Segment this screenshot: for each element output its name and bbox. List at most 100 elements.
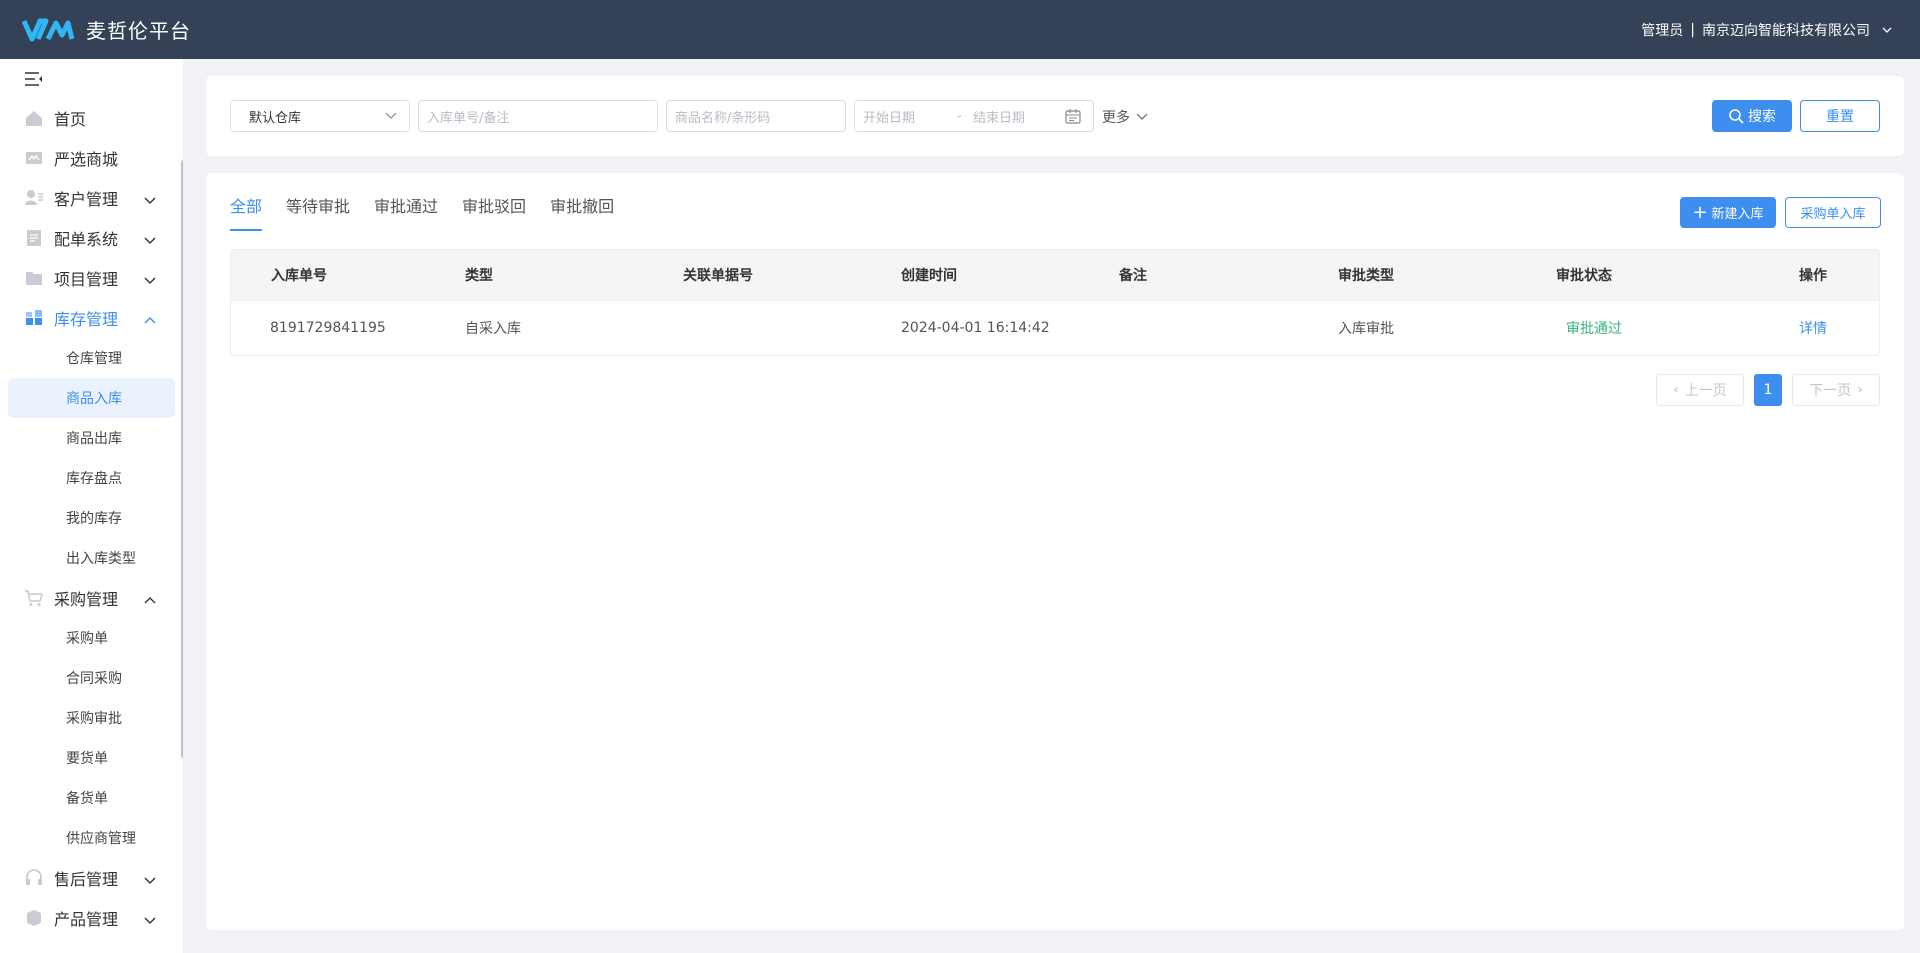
sidebar-item-3[interactable]: 配单系统 xyxy=(0,218,183,258)
sidebar-item-5[interactable]: 库存管理 xyxy=(0,298,183,338)
chevron-down-icon xyxy=(143,872,157,884)
tab-2[interactable]: 审批通过 xyxy=(374,193,438,231)
chevron-up-icon xyxy=(143,592,157,604)
sidebar-subitem[interactable]: 商品入库 xyxy=(8,378,175,418)
chevron-down-icon xyxy=(143,192,157,204)
column-header: 入库单号 xyxy=(271,268,327,284)
warehouse-select[interactable]: 默认仓库 xyxy=(230,100,410,132)
sidebar-subitem[interactable]: 商品出库 xyxy=(0,418,183,458)
order-no-input[interactable]: 入库单号/备注 xyxy=(418,100,658,132)
table-row: 8191729841195 自采入库 2024-04-01 16:14:42 入库审批… xyxy=(231,300,1879,355)
sidebar-subitem[interactable]: 备货单 xyxy=(0,778,183,818)
filter-panel: 默认仓库 入库单号/备注 商品名称/条形码 开始日期 - 结束日期 更多 搜索 … xyxy=(206,76,1904,156)
menu-collapse-icon[interactable] xyxy=(24,71,44,87)
tab-1[interactable]: 等待审批 xyxy=(286,193,350,231)
app-title: 麦哲伦平台 xyxy=(86,19,191,43)
user-role: 管理员 xyxy=(1641,22,1684,39)
stock-in-table: 入库单号 类型 关联单据号 创建时间 备注 审批类型 审批状态 操作 819172984119… xyxy=(230,249,1880,356)
chevron-down-icon xyxy=(143,912,157,924)
table-body: 8191729841195 自采入库 2024-04-01 16:14:42 入库审批… xyxy=(231,300,1879,355)
reset-button-label: 重置 xyxy=(1826,109,1854,125)
new-stock-in-label: 新建入库 xyxy=(1711,207,1764,222)
more-filters-toggle[interactable]: 更多 xyxy=(1102,107,1148,127)
date-range-picker[interactable]: 开始日期 - 结束日期 xyxy=(854,100,1094,132)
po-stock-in-button[interactable]: 采购单入库 xyxy=(1785,197,1881,228)
product-icon xyxy=(24,908,44,928)
tab-0[interactable]: 全部 xyxy=(230,193,263,231)
column-header: 创建时间 xyxy=(901,268,957,284)
sidebar-item-8[interactable]: 产品管理 xyxy=(0,898,183,938)
date-separator: - xyxy=(957,108,962,124)
reset-button[interactable]: 重置 xyxy=(1800,100,1880,132)
sidebar-item-4[interactable]: 项目管理 xyxy=(0,258,183,298)
cell-status: 审批通过 xyxy=(1566,321,1622,337)
sidebar-item-label: 项目管理 xyxy=(54,270,119,289)
cell-action[interactable]: 详情 xyxy=(1799,301,1827,355)
cell-order-no: 8191729841195 xyxy=(270,320,386,336)
more-filters-label: 更多 xyxy=(1102,110,1130,126)
tab-3[interactable]: 审批驳回 xyxy=(462,193,526,231)
order-icon xyxy=(24,228,44,248)
warehouse-select-value: 默认仓库 xyxy=(249,110,302,126)
search-button[interactable]: 搜索 xyxy=(1712,100,1792,132)
headset-icon xyxy=(24,868,44,888)
sidebar-subitem[interactable]: 我的库存 xyxy=(0,498,183,538)
column-header: 类型 xyxy=(465,268,493,284)
po-stock-in-label: 采购单入库 xyxy=(1800,207,1866,222)
sidebar-menu: 首页严选商城 客户管理 配单系统项目管理库存管理 仓库管理 商品入库 商品出库 库存盘点 我的… xyxy=(0,98,183,938)
cart-icon xyxy=(24,588,44,608)
customer-icon xyxy=(24,188,44,208)
next-page-label: 下一页 xyxy=(1809,383,1852,399)
sidebar-item-label: 首页 xyxy=(54,110,87,129)
sidebar-item-2[interactable]: 客户管理 xyxy=(0,178,183,218)
page-number-current[interactable]: 1 xyxy=(1754,374,1782,406)
sidebar-item-label: 采购管理 xyxy=(54,590,119,609)
user-menu[interactable]: 管理员 | 南京迈向智能科技有限公司 xyxy=(1641,0,1892,59)
sidebar-subitem[interactable]: 库存盘点 xyxy=(0,458,183,498)
sidebar-subitem[interactable]: 采购审批 xyxy=(0,698,183,738)
goods-search-input[interactable]: 商品名称/条形码 xyxy=(666,100,846,132)
column-header: 关联单据号 xyxy=(683,268,753,284)
search-icon xyxy=(1729,109,1744,124)
inventory-icon xyxy=(24,308,44,328)
status-tabs: 全部 等待审批 审批通过 审批驳回 审批撤回 xyxy=(230,193,638,231)
sidebar-item-0[interactable]: 首页 xyxy=(0,98,183,138)
sidebar-item-6[interactable]: 采购管理 xyxy=(0,578,183,618)
chevron-right-icon: › xyxy=(1857,382,1863,398)
sidebar-subitem[interactable]: 仓库管理 xyxy=(0,338,183,378)
plus-icon: + xyxy=(1692,201,1708,223)
prev-page-button[interactable]: ‹ 上一页 xyxy=(1656,374,1744,406)
start-date-placeholder: 开始日期 xyxy=(863,110,916,126)
sidebar-subitem[interactable]: 要货单 xyxy=(0,738,183,778)
sidebar-item-label: 产品管理 xyxy=(54,910,119,929)
sidebar: 首页严选商城 客户管理 配单系统项目管理库存管理 仓库管理 商品入库 商品出库 库存盘点 我的… xyxy=(0,59,183,953)
top-navbar: 麦哲伦平台 管理员 | 南京迈向智能科技有限公司 xyxy=(0,0,1920,59)
brand-logo-icon xyxy=(22,18,74,41)
sidebar-item-7[interactable]: 售后管理 xyxy=(0,858,183,898)
cell-created: 2024-04-01 16:14:42 xyxy=(901,320,1050,336)
sidebar-scrollbar[interactable] xyxy=(181,159,183,759)
chevron-down-icon xyxy=(385,112,397,119)
new-stock-in-button[interactable]: + 新建入库 xyxy=(1680,197,1776,228)
column-header: 备注 xyxy=(1119,268,1147,284)
home-icon xyxy=(24,108,44,128)
sidebar-subitem[interactable]: 供应商管理 xyxy=(0,818,183,858)
cell-type: 自采入库 xyxy=(465,321,521,337)
chevron-up-icon xyxy=(143,312,157,324)
sidebar-subitem[interactable]: 合同采购 xyxy=(0,658,183,698)
chevron-down-icon[interactable] xyxy=(1882,25,1892,35)
column-header: 操作 xyxy=(1799,268,1827,284)
goods-search-placeholder: 商品名称/条形码 xyxy=(675,110,771,126)
sidebar-item-1[interactable]: 严选商城 xyxy=(0,138,183,178)
prev-page-label: 上一页 xyxy=(1684,383,1727,399)
tab-4[interactable]: 审批撤回 xyxy=(550,193,614,231)
sidebar-subitem[interactable]: 采购单 xyxy=(0,618,183,658)
chevron-left-icon: ‹ xyxy=(1673,382,1679,398)
next-page-button[interactable]: 下一页 › xyxy=(1792,374,1880,406)
search-button-label: 搜索 xyxy=(1748,109,1776,125)
logo[interactable]: 麦哲伦平台 xyxy=(22,15,191,44)
user-separator: | xyxy=(1690,21,1695,38)
column-header: 审批类型 xyxy=(1338,268,1394,284)
cell-approval-type: 入库审批 xyxy=(1338,321,1394,337)
sidebar-subitem[interactable]: 出入库类型 xyxy=(0,538,183,578)
